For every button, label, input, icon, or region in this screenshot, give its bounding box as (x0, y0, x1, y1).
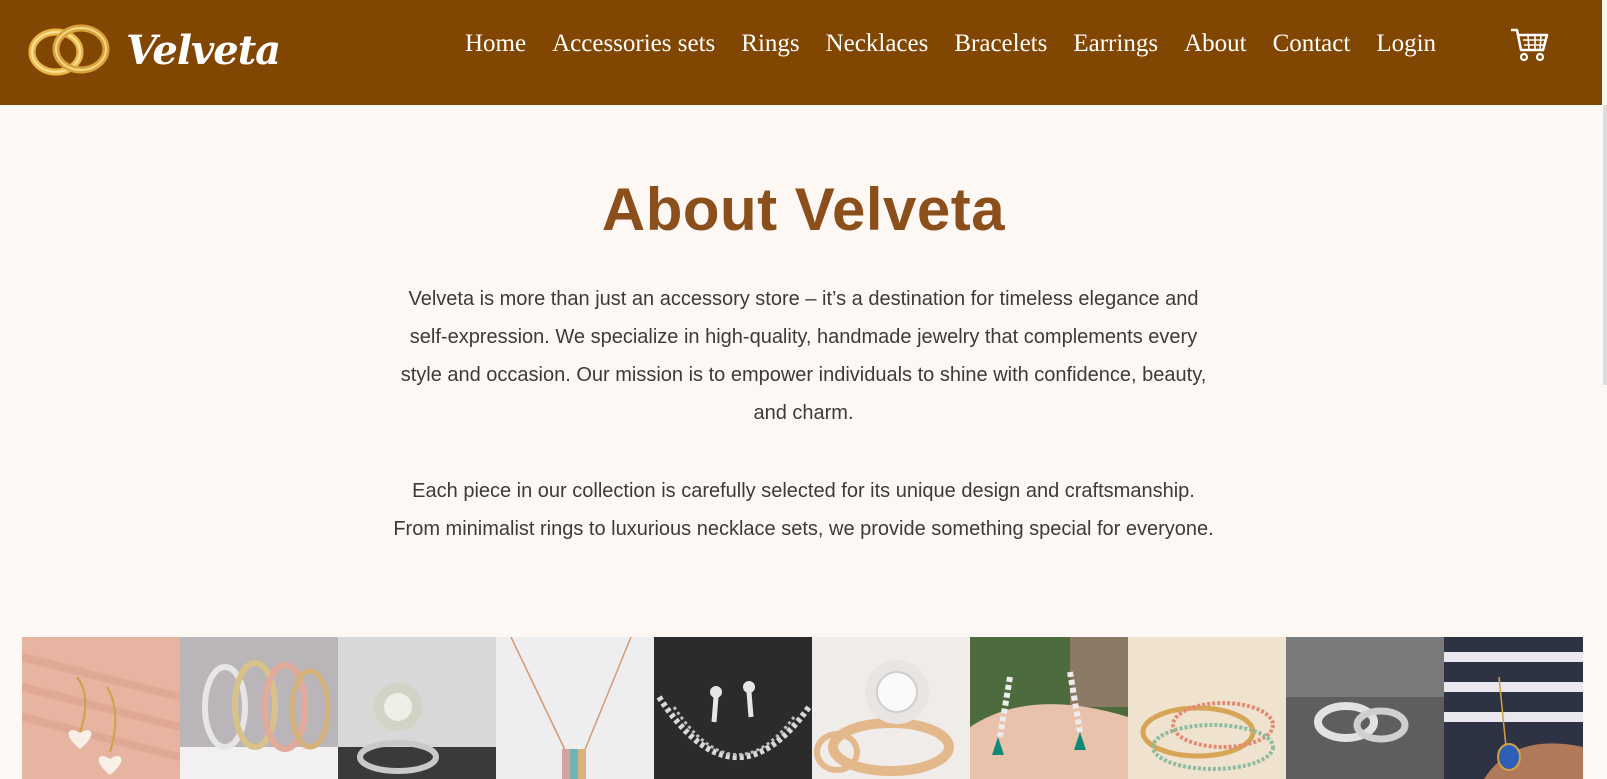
nav-necklaces[interactable]: Necklaces (826, 24, 929, 64)
nav-links: Home Accessories sets Rings Necklaces Br… (465, 24, 1462, 64)
about-paragraph-2: Each piece in our collection is carefull… (393, 480, 1214, 540)
gallery-item[interactable] (1444, 637, 1583, 779)
diamond-ring-image (338, 637, 496, 779)
wedding-bands-image (1286, 637, 1444, 779)
heart-earrings-image (22, 637, 180, 779)
gallery-item[interactable] (970, 637, 1128, 779)
about-section: About Velveta Velveta is more than just … (0, 105, 1607, 548)
shopping-cart-icon (1511, 28, 1549, 62)
gallery-item[interactable] (1286, 637, 1444, 779)
pendant-necklace-image (496, 637, 654, 779)
bangles-image (180, 637, 338, 779)
nav-contact[interactable]: Contact (1273, 24, 1351, 64)
brand-name: Velveta (126, 26, 281, 74)
page-title: About Velveta (601, 176, 1006, 243)
gallery-item[interactable] (338, 637, 496, 779)
nav-about[interactable]: About (1184, 24, 1247, 64)
nav-rings[interactable]: Rings (741, 24, 799, 64)
gallery-item[interactable] (1128, 637, 1286, 779)
gallery-item[interactable] (22, 637, 180, 779)
sapphire-pendant-image (1444, 637, 1583, 779)
gallery-strip (22, 637, 1583, 779)
necklace-set-image (654, 637, 812, 779)
navbar: Velveta Home Accessories sets Rings Neck… (0, 0, 1602, 105)
halo-ring-image (812, 637, 970, 779)
gold-rings-icon (28, 24, 110, 76)
logo[interactable]: Velveta (26, 22, 281, 78)
emerald-earrings-image (970, 637, 1128, 779)
gallery-item[interactable] (812, 637, 970, 779)
beaded-bracelets-image (1128, 637, 1286, 779)
gallery-item[interactable] (180, 637, 338, 779)
cart-button[interactable] (1509, 26, 1549, 66)
nav-accessories-sets[interactable]: Accessories sets (552, 24, 715, 64)
gallery-item[interactable] (496, 637, 654, 779)
gallery-item[interactable] (654, 637, 812, 779)
nav-bracelets[interactable]: Bracelets (954, 24, 1047, 64)
nav-earrings[interactable]: Earrings (1073, 24, 1158, 64)
about-paragraph-1: Velveta is more than just an accessory s… (400, 288, 1207, 424)
nav-login[interactable]: Login (1376, 24, 1436, 64)
nav-home[interactable]: Home (465, 24, 526, 64)
